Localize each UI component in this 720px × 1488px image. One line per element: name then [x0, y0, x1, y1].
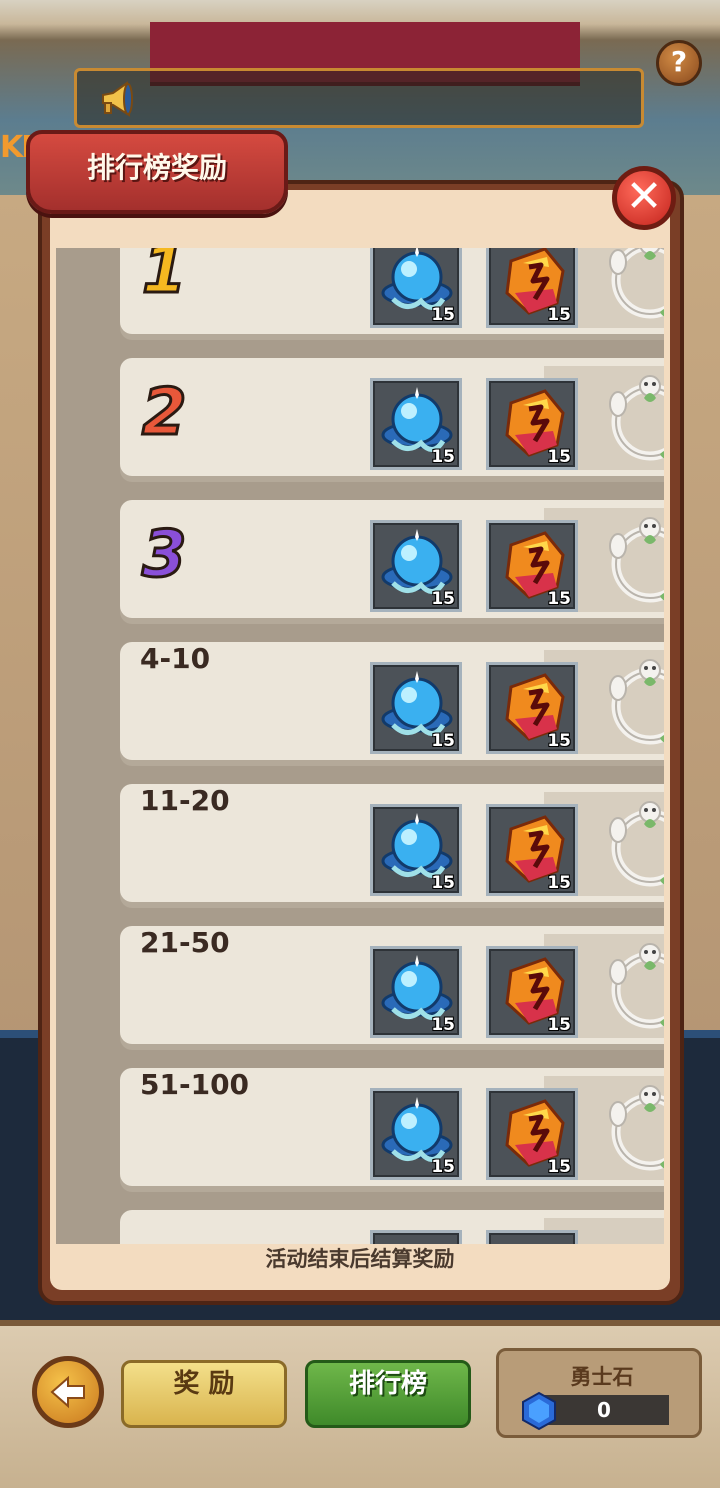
reward-frame-slot[interactable] [606, 514, 664, 614]
reward-frame-slot[interactable] [606, 656, 664, 756]
reward-slot[interactable]: 15 [486, 804, 578, 896]
rank-number: 2 [141, 375, 189, 452]
reward-row: 4-10 15 15 [120, 642, 664, 768]
reward-row: 51-100 15 15 [120, 1068, 664, 1194]
reward-slot[interactable]: 15 [370, 804, 462, 896]
blue-gem-icon [522, 1391, 556, 1431]
reward-quantity: 15 [547, 873, 571, 893]
reward-quantity: 15 [547, 305, 571, 325]
currency-label: 勇士石 [570, 1365, 634, 1389]
settlement-note: 活动结束后结算奖励 [265, 1247, 455, 1271]
reward-row: 3 15 15 [120, 500, 664, 626]
reward-quantity: 15 [431, 731, 455, 751]
rank-number: 1 [141, 248, 189, 310]
rank-range: 21-50 [140, 926, 230, 959]
vine-ring-frame-icon [609, 801, 664, 887]
reward-slot[interactable]: 15 [370, 378, 462, 470]
reward-quantity: 15 [547, 1157, 571, 1177]
reward-row: 2 15 15 [120, 358, 664, 484]
reward-quantity: 15 [431, 447, 455, 467]
rank-number: 3 [141, 517, 189, 594]
announcement-marquee [74, 68, 644, 128]
reward-quantity: 15 [547, 731, 571, 751]
rank-range: 11-20 [140, 784, 230, 817]
currency-value: 0 [597, 1398, 611, 1422]
reward-slot[interactable] [370, 1230, 462, 1244]
reward-row: 11-20 15 15 [120, 784, 664, 910]
rank-range: 51-100 [140, 1068, 250, 1101]
reward-slot[interactable]: 15 [486, 662, 578, 754]
vine-ring-frame-icon [609, 659, 664, 745]
reward-slot[interactable]: 15 [370, 520, 462, 612]
tab-leaderboard[interactable]: 排行榜 [305, 1360, 471, 1428]
megaphone-icon [102, 81, 133, 117]
page-title: 排行榜奖励 [86, 151, 227, 184]
reward-frame-slot[interactable] [606, 248, 664, 330]
reward-quantity: 15 [547, 447, 571, 467]
reward-quantity: 15 [431, 589, 455, 609]
reward-slot[interactable]: 15 [370, 946, 462, 1038]
close-button[interactable]: ✕ [612, 166, 676, 230]
reward-list[interactable]: 1 15 15 2 15 15 3 15 15 4-10 15 15 11-20 15 15 21-50 15 1… [56, 248, 664, 1244]
reward-quantity: 15 [547, 1015, 571, 1035]
reward-row-partial [120, 1210, 664, 1244]
reward-quantity: 15 [431, 305, 455, 325]
reward-slot[interactable]: 15 [486, 1088, 578, 1180]
reward-row: 1 15 15 [120, 248, 664, 342]
reward-frame-slot[interactable] [606, 372, 664, 472]
reward-quantity: 15 [547, 589, 571, 609]
reward-row: 21-50 15 15 [120, 926, 664, 1052]
reward-frame-slot[interactable] [606, 940, 664, 1040]
help-button[interactable]: ? [656, 40, 702, 86]
reward-quantity: 15 [431, 1015, 455, 1035]
vine-ring-frame-icon [609, 943, 664, 1029]
tab-rewards[interactable]: 奖 励 [121, 1360, 287, 1428]
reward-frame-slot[interactable] [606, 1082, 664, 1182]
reward-slot[interactable]: 15 [486, 248, 578, 328]
reward-quantity: 15 [431, 1157, 455, 1177]
reward-slot[interactable]: 15 [486, 378, 578, 470]
reward-slot[interactable] [486, 1230, 578, 1244]
reward-slot[interactable]: 15 [370, 1088, 462, 1180]
back-button[interactable] [32, 1356, 104, 1428]
currency-display: 勇士石 0 [496, 1348, 702, 1438]
vine-ring-frame-icon [609, 375, 664, 461]
reward-slot[interactable]: 15 [486, 946, 578, 1038]
rank-range: 4-10 [140, 642, 211, 675]
title-ribbon: 排行榜奖励 [26, 130, 288, 214]
reward-frame-slot[interactable] [606, 798, 664, 898]
reward-slot[interactable]: 15 [486, 520, 578, 612]
reward-quantity: 15 [431, 873, 455, 893]
vine-ring-frame-icon [609, 1085, 664, 1171]
reward-slot[interactable]: 15 [370, 662, 462, 754]
reward-slot[interactable]: 15 [370, 248, 462, 328]
back-arrow-icon [50, 1375, 85, 1409]
vine-ring-frame-icon [609, 248, 664, 319]
vine-ring-frame-icon [609, 517, 664, 603]
